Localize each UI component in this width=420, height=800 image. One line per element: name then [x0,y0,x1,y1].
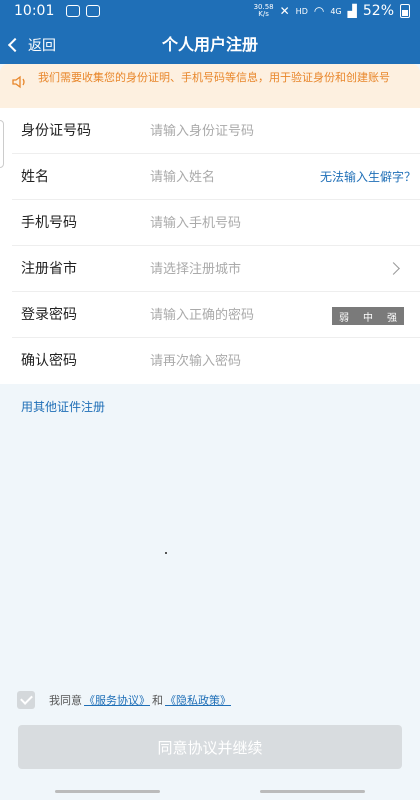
registration-form: 身份证号码 姓名 无法输入生僻字？ 手机号码 注册省市 登录密码 弱 中 强 确… [0,108,420,384]
password-label: 登录密码 [21,307,77,323]
page-title: 个人用户注册 [161,35,258,54]
network-speed: 30.58 K/s [253,3,274,18]
speaker-icon [12,75,25,89]
gesture-bar-left [55,790,160,793]
other-id-register-link[interactable]: 用其他证件注册 [21,398,105,415]
password-input[interactable] [150,305,320,325]
gallery-icon [86,5,100,17]
hd-label: HD [295,6,308,16]
notification-icons [66,5,100,17]
service-agreement-link[interactable]: 《服务协议》 [84,692,150,708]
name-row: 姓名 无法输入生僻字？ [0,154,420,200]
password-strength-indicator: 弱 中 强 [332,307,404,325]
status-indicators: 30.58 K/s ✕ HD ◠ 4G ▟ 52% [254,3,410,19]
city-select[interactable] [150,259,340,279]
strength-medium: 中 [363,312,373,324]
name-input[interactable] [150,167,300,187]
province-city-label: 注册省市 [21,261,77,277]
confirm-password-label: 确认密码 [21,353,77,369]
network-type: 4G [330,6,342,16]
back-label: 返回 [28,38,56,54]
confirm-password-input[interactable] [150,351,340,371]
id-number-row: 身份证号码 [0,108,420,154]
id-number-input[interactable] [150,121,340,141]
agree-and: 和 [152,694,163,707]
confirm-password-row: 确认密码 [0,338,420,384]
nav-bar: 个人用户注册 返回 [0,26,420,64]
back-button[interactable]: 返回 [7,26,56,64]
chevron-left-icon [7,37,23,53]
agree-checkbox[interactable] [17,691,35,709]
strength-strong: 强 [387,312,397,324]
privacy-notice: 我们需要收集您的身份证明、手机号码等信息，用于验证身份和创建账号 [0,64,420,108]
status-time: 10:01 [14,3,55,19]
status-bar: 10:01 30.58 K/s ✕ HD ◠ 4G ▟ 52% [0,0,420,26]
phone-input[interactable] [150,213,340,233]
id-number-label: 身份证号码 [21,123,91,139]
stray-dot [165,552,167,554]
wechat-icon [66,5,80,17]
battery-level: 52% [362,3,394,19]
agree-continue-button[interactable]: 同意协议并继续 [18,725,402,769]
privacy-policy-link[interactable]: 《隐私政策》 [165,692,231,708]
wifi-icon: ◠ [313,4,325,18]
side-handle [0,120,4,168]
notice-text: 我们需要收集您的身份证明、手机号码等信息，用于验证身份和创建账号 [38,71,390,84]
battery-icon [400,4,410,18]
password-row: 登录密码 弱 中 强 [0,292,420,338]
gesture-bar-right [260,790,365,793]
name-label: 姓名 [21,169,49,185]
chevron-right-icon[interactable] [387,262,400,275]
agree-prefix: 我同意 [49,694,82,707]
phone-row: 手机号码 [0,200,420,246]
mute-icon: ✕ [279,4,290,18]
strength-weak: 弱 [339,312,349,324]
rare-character-link[interactable]: 无法输入生僻字？ [320,154,416,200]
province-city-row[interactable]: 注册省市 [0,246,420,292]
agreement-row: 我同意 《服务协议》 和 《隐私政策》 [17,690,233,710]
signal-icon: ▟ [347,4,357,18]
phone-label: 手机号码 [21,215,77,231]
